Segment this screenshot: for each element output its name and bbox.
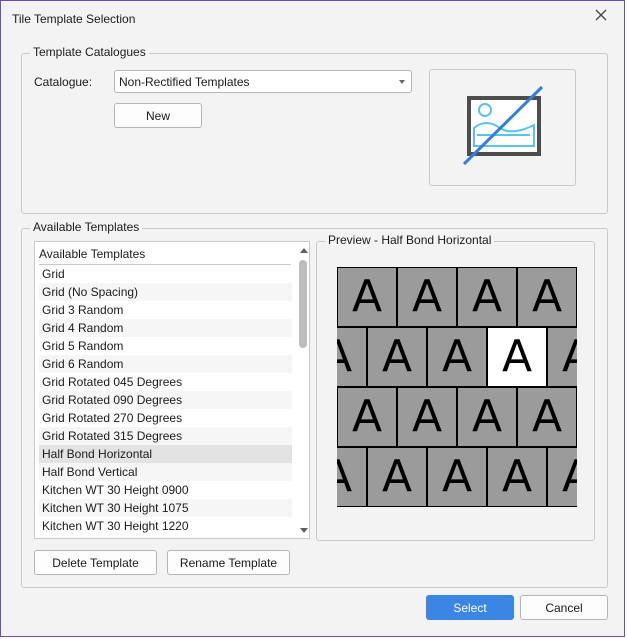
tile-template-dialog: Tile Template Selection Template Catalog… <box>0 0 625 637</box>
preview-tile: A <box>518 268 576 326</box>
list-header: Available Templates <box>39 247 291 265</box>
preview-tile: A <box>548 328 577 386</box>
rename-template-button[interactable]: Rename Template <box>167 550 290 575</box>
preview-tile: A <box>338 388 396 446</box>
list-scrollbar[interactable] <box>297 242 309 538</box>
preview-tile: A <box>368 448 426 506</box>
list-item[interactable]: Grid Rotated 315 Degrees <box>39 427 292 445</box>
preview-tile: A <box>488 448 546 506</box>
chevron-down-icon <box>399 80 405 84</box>
scroll-up-icon[interactable] <box>300 248 308 253</box>
list-item[interactable]: Grid 5 Random <box>39 337 292 355</box>
list-items: Grid Grid (No Spacing) Grid 3 Random Grid 4… <box>39 265 292 535</box>
catalogue-dropdown[interactable]: Non-Rectified Templates <box>114 70 412 93</box>
preview-label: Preview - Half Bond Horizontal <box>325 233 495 247</box>
list-item[interactable]: Grid <box>39 265 292 283</box>
preview-tile: A <box>518 388 576 446</box>
preview-tile: A <box>337 448 366 506</box>
title-bar: Tile Template Selection <box>1 1 624 35</box>
no-image-icon <box>462 85 544 166</box>
preview-tile: A <box>337 328 366 386</box>
delete-template-button[interactable]: Delete Template <box>34 550 157 575</box>
scroll-down-icon[interactable] <box>300 528 308 533</box>
list-item[interactable]: Grid 4 Random <box>39 319 292 337</box>
available-templates-label: Available Templates <box>30 220 143 234</box>
cancel-button[interactable]: Cancel <box>520 595 608 620</box>
preview-tile: A <box>548 448 577 506</box>
list-item[interactable]: Half Bond Horizontal <box>39 445 292 463</box>
catalogue-label: Catalogue: <box>34 75 93 89</box>
preview-tile: A <box>428 328 486 386</box>
preview-tile: A <box>488 328 546 386</box>
scroll-thumb[interactable] <box>299 260 307 348</box>
preview-tile: A <box>398 268 456 326</box>
preview-tile: A <box>398 388 456 446</box>
list-item[interactable]: Kitchen WT 30 Height 0900 <box>39 481 292 499</box>
list-item[interactable]: Grid (No Spacing) <box>39 283 292 301</box>
templates-list[interactable]: Available Templates Grid Grid (No Spacing… <box>34 241 310 539</box>
list-item[interactable]: Kitchen WT 30 Height 1220 <box>39 517 292 535</box>
preview-tile: A <box>428 448 486 506</box>
select-button[interactable]: Select <box>426 595 514 620</box>
window-title: Tile Template Selection <box>12 12 136 26</box>
preview-tile: A <box>338 268 396 326</box>
list-item[interactable]: Grid Rotated 045 Degrees <box>39 373 292 391</box>
list-item[interactable]: Grid Rotated 270 Degrees <box>39 409 292 427</box>
template-catalogues-label: Template Catalogues <box>30 45 149 59</box>
list-item[interactable]: Grid 3 Random <box>39 301 292 319</box>
new-catalogue-button[interactable]: New <box>114 103 202 128</box>
list-item[interactable]: Grid 6 Random <box>39 355 292 373</box>
catalogue-dropdown-value: Non-Rectified Templates <box>119 74 250 89</box>
tile-pattern-preview: AAAAAAAAAAAAAAAAAAAA <box>337 267 577 507</box>
preview-tile: A <box>458 268 516 326</box>
list-item[interactable]: Grid Rotated 090 Degrees <box>39 391 292 409</box>
preview-tile: A <box>458 388 516 446</box>
preview-tile: A <box>368 328 426 386</box>
list-item[interactable]: Kitchen WT 30 Height 1075 <box>39 499 292 517</box>
close-icon[interactable] <box>590 4 612 26</box>
catalogue-thumbnail <box>429 69 576 186</box>
list-item[interactable]: Half Bond Vertical <box>39 463 292 481</box>
